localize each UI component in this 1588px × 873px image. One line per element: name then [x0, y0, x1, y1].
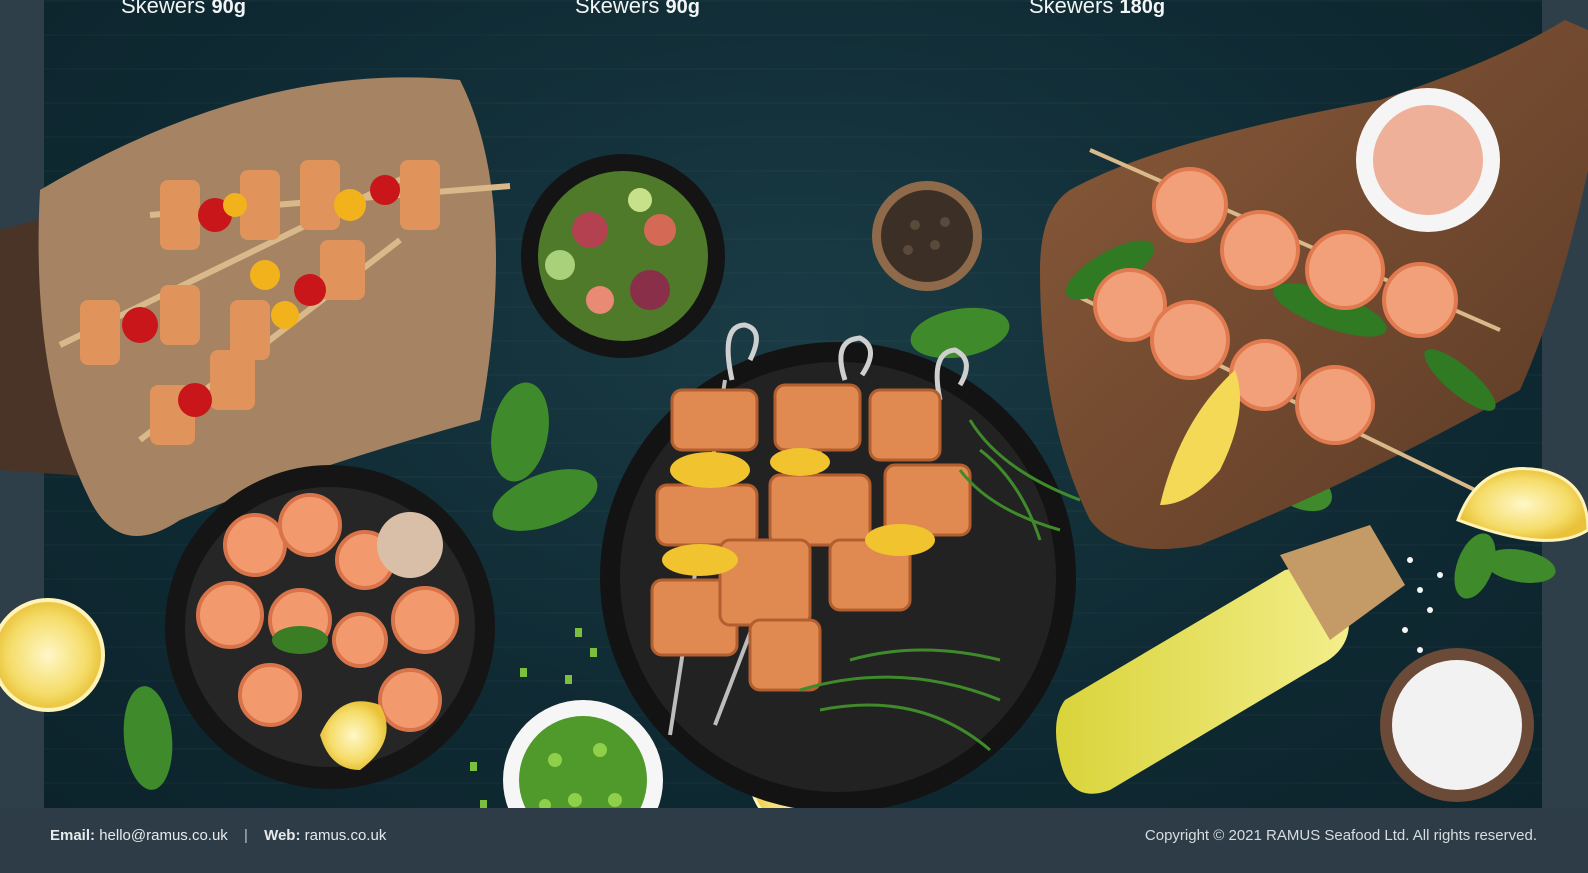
contact-separator: | [243, 827, 248, 844]
web-link[interactable]: ramus.co.uk [305, 827, 387, 844]
peppercorn-bowl [872, 181, 982, 291]
email-link[interactable]: hello@ramus.co.uk [99, 827, 228, 844]
email-label: Email: [50, 827, 96, 844]
prawn-pan [165, 465, 495, 789]
copyright-text: Copyright © 2021 RAMUS Seafood Ltd. All … [1144, 827, 1537, 844]
salad-bowl [521, 154, 725, 358]
food-photo [0, 20, 1588, 860]
salmon-skewer-pan [600, 322, 1081, 812]
olive-oil-bottle [1056, 525, 1405, 794]
web-label: Web: [264, 827, 301, 844]
salt-bowl [1380, 557, 1534, 802]
contact-info: Email: hello@ramus.co.uk | Web: ramus.co… [50, 827, 386, 844]
salmon-skewers-board [0, 77, 511, 536]
